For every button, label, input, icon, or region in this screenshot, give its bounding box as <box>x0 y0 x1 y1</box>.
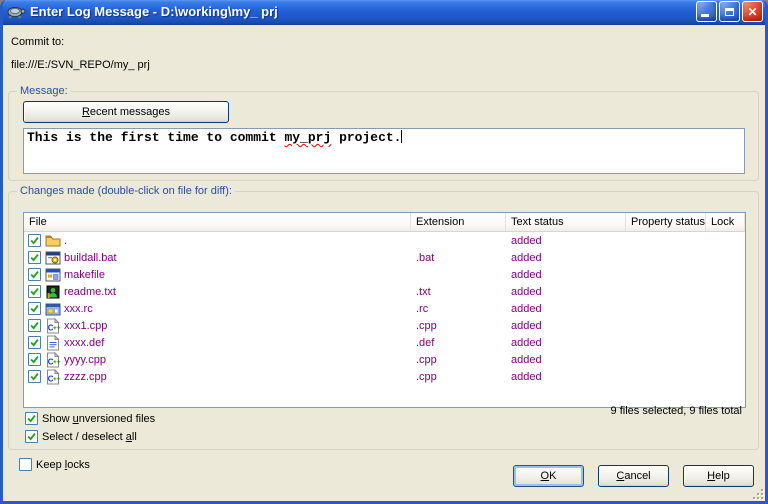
makefile-icon <box>45 267 61 283</box>
close-button[interactable]: ✕ <box>742 1 763 22</box>
message-group-label: Message: <box>17 85 71 97</box>
changed-files-list[interactable]: File Extension Text status Property stat… <box>23 212 746 408</box>
repository-url: file:///E:/SVN_REPO/my_ prj <box>11 59 150 71</box>
checkbox-checked-icon <box>25 412 38 425</box>
file-row[interactable]: readme.txt .txt added <box>24 283 745 300</box>
batch-file-icon <box>45 250 61 266</box>
maximize-icon <box>725 7 734 16</box>
file-row[interactable]: xxxx.def .def added <box>24 334 745 351</box>
message-groupbox: Message: Recent messages This is the fir… <box>8 85 759 181</box>
recent-messages-button[interactable]: Recent messages <box>23 101 229 123</box>
checkbox-checked-icon <box>25 430 38 443</box>
text-status: added <box>511 234 542 247</box>
file-extension: .cpp <box>416 370 437 383</box>
file-name: xxx1.cpp <box>64 319 108 332</box>
file-row[interactable]: buildall.bat .bat added <box>24 249 745 266</box>
files-summary: 9 files selected, 9 files total <box>610 405 742 417</box>
text-status: added <box>511 302 542 315</box>
file-row[interactable]: C ++ yyyy.cpp .cpp added <box>24 351 745 368</box>
close-icon: ✕ <box>747 4 758 19</box>
file-name: xxxx.def <box>64 336 105 349</box>
row-checkbox[interactable] <box>28 268 41 281</box>
changes-group-label: Changes made (double-click on file for d… <box>17 185 235 197</box>
ok-button[interactable]: OK <box>513 465 584 487</box>
text-status: added <box>511 285 542 298</box>
file-extension: .cpp <box>416 319 437 332</box>
show-unversioned-checkbox[interactable]: Show unversioned files <box>25 412 155 425</box>
log-message-input[interactable]: This is the first time to commit my_prj … <box>23 128 745 174</box>
row-checkbox[interactable] <box>28 336 41 349</box>
row-checkbox[interactable] <box>28 370 41 383</box>
file-extension: .rc <box>416 302 429 315</box>
tortoisesvn-turtle-icon <box>7 6 26 19</box>
cpp-file-icon: C ++ <box>45 351 61 368</box>
enter-log-message-dialog: Enter Log Message - D:\working\my_ prj ✕… <box>0 0 768 504</box>
column-header-property-status[interactable]: Property status <box>626 213 706 231</box>
readme-file-icon <box>45 284 61 300</box>
row-checkbox[interactable] <box>28 302 41 315</box>
text-caret <box>401 130 403 143</box>
row-checkbox[interactable] <box>28 251 41 264</box>
text-status: added <box>511 251 542 264</box>
select-deselect-all-checkbox[interactable]: Select / deselect all <box>25 430 137 443</box>
folder-icon <box>45 233 61 249</box>
text-status: added <box>511 319 542 332</box>
column-header-text-status[interactable]: Text status <box>506 213 626 231</box>
file-name: buildall.bat <box>64 251 117 264</box>
row-checkbox[interactable] <box>28 319 41 332</box>
svg-text:++: ++ <box>53 376 61 383</box>
text-status: added <box>511 336 542 349</box>
file-row[interactable]: C ++ xxx1.cpp .cpp added <box>24 317 745 334</box>
file-name: zzzz.cpp <box>64 370 107 383</box>
text-status: added <box>511 370 542 383</box>
file-name: . <box>64 234 68 247</box>
resize-grip-icon[interactable] <box>751 487 764 500</box>
cancel-button[interactable]: Cancel <box>598 465 669 487</box>
row-checkbox[interactable] <box>28 353 41 366</box>
misspelled-word: my_prj <box>284 130 332 145</box>
file-name: makefile <box>64 268 105 281</box>
commit-to-label: Commit to: <box>11 36 65 48</box>
def-file-icon <box>45 334 61 351</box>
keep-locks-checkbox[interactable]: Keep locks <box>19 458 90 471</box>
maximize-button[interactable] <box>719 1 740 22</box>
file-row[interactable]: xxx.rc .rc added <box>24 300 745 317</box>
checkbox-unchecked-icon <box>19 458 32 471</box>
column-header-file[interactable]: File <box>24 213 411 231</box>
row-checkbox[interactable] <box>28 285 41 298</box>
file-extension: .bat <box>416 251 435 264</box>
file-extension: .cpp <box>416 353 437 366</box>
minimize-icon <box>701 14 709 17</box>
file-extension: .def <box>416 336 435 349</box>
file-row[interactable]: C ++ zzzz.cpp .cpp added <box>24 368 745 385</box>
svg-text:++: ++ <box>53 359 61 366</box>
file-extension: .txt <box>416 285 431 298</box>
svg-text:++: ++ <box>53 325 61 332</box>
dialog-body: Commit to: file:///E:/SVN_REPO/my_ prj M… <box>3 25 765 501</box>
column-header-lock[interactable]: Lock <box>706 213 745 231</box>
help-button[interactable]: Help <box>683 465 754 487</box>
window-title: Enter Log Message - D:\working\my_ prj <box>30 4 278 19</box>
file-list-body: . added buildall.bat .bat added makefile added… <box>24 232 745 385</box>
row-checkbox[interactable] <box>28 234 41 247</box>
file-name: yyyy.cpp <box>64 353 106 366</box>
cpp-file-icon: C ++ <box>45 317 61 334</box>
file-name: xxx.rc <box>64 302 93 315</box>
file-row[interactable]: makefile added <box>24 266 745 283</box>
column-header-extension[interactable]: Extension <box>411 213 506 231</box>
changes-groupbox: Changes made (double-click on file for d… <box>8 185 759 450</box>
file-list-header: File Extension Text status Property stat… <box>24 213 745 232</box>
titlebar[interactable]: Enter Log Message - D:\working\my_ prj ✕ <box>3 0 765 25</box>
file-name: readme.txt <box>64 285 116 298</box>
file-row[interactable]: . added <box>24 232 745 249</box>
cpp-file-icon: C ++ <box>45 368 61 385</box>
resource-file-icon <box>45 301 61 317</box>
text-status: added <box>511 353 542 366</box>
minimize-button[interactable] <box>696 1 717 22</box>
text-status: added <box>511 268 542 281</box>
